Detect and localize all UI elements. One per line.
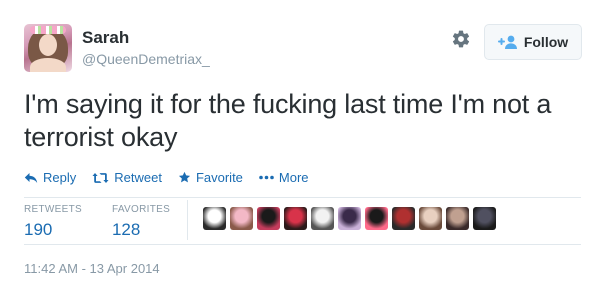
ellipsis-icon bbox=[259, 175, 274, 180]
favoriter-avatars bbox=[203, 207, 496, 230]
stats-separator bbox=[187, 200, 188, 240]
display-name[interactable]: Sarah bbox=[82, 28, 210, 48]
retweets-count: 190 bbox=[24, 220, 53, 239]
avatar-face bbox=[39, 34, 57, 56]
favorites-label: FAVORITES bbox=[111, 204, 171, 215]
favoriter-avatar[interactable] bbox=[392, 207, 415, 230]
user-info[interactable]: Sarah @QueenDemetriax_ bbox=[82, 28, 210, 68]
retweet-label: Retweet bbox=[114, 170, 162, 185]
retweets-label: RETWEETS bbox=[24, 204, 82, 215]
follow-label: Follow bbox=[523, 34, 569, 50]
favoriter-avatar[interactable] bbox=[419, 207, 442, 230]
star-icon bbox=[178, 171, 191, 183]
retweet-icon bbox=[92, 172, 109, 183]
follow-button[interactable]: Follow bbox=[484, 24, 582, 60]
tweet-timestamp[interactable]: 11:42 AM - 13 Apr 2014 bbox=[24, 261, 160, 276]
favoriter-avatar[interactable] bbox=[446, 207, 469, 230]
user-handle[interactable]: @QueenDemetriax_ bbox=[82, 50, 210, 68]
avatar-flower-crown bbox=[30, 26, 66, 34]
more-action[interactable]: More bbox=[259, 170, 309, 185]
favorite-action[interactable]: Favorite bbox=[178, 170, 243, 185]
favorite-label: Favorite bbox=[195, 170, 243, 185]
favorites-count: 128 bbox=[111, 220, 141, 239]
reply-action[interactable]: Reply bbox=[24, 170, 76, 185]
favorites-stat[interactable]: FAVORITES 128 bbox=[112, 204, 170, 244]
tweet-stats: RETWEETS 190 FAVORITES 128 bbox=[24, 204, 200, 244]
favoriter-avatar[interactable] bbox=[230, 207, 253, 230]
favoriter-avatar[interactable] bbox=[257, 207, 280, 230]
reply-label: Reply bbox=[43, 170, 77, 185]
favoriter-avatar[interactable] bbox=[203, 207, 226, 230]
favoriter-avatar[interactable] bbox=[473, 207, 496, 230]
favoriter-avatar[interactable] bbox=[338, 207, 361, 230]
favoriter-avatar[interactable] bbox=[365, 207, 388, 230]
profile-avatar-icon[interactable] bbox=[24, 24, 72, 72]
stats-top-divider bbox=[24, 197, 581, 198]
follow-user-plus-icon bbox=[497, 35, 517, 49]
reply-arrow-icon bbox=[24, 172, 38, 183]
retweets-stat[interactable]: RETWEETS 190 bbox=[24, 204, 82, 244]
more-label: More bbox=[278, 170, 309, 185]
tweet-header: Sarah @QueenDemetriax_ Follow bbox=[24, 24, 594, 72]
favoriter-avatar[interactable] bbox=[284, 207, 307, 230]
stats-bottom-divider bbox=[24, 244, 581, 245]
avatar-shoulders bbox=[30, 58, 66, 72]
tweet-text: I'm saying it for the fucking last time … bbox=[24, 89, 552, 152]
retweet-action[interactable]: Retweet bbox=[92, 170, 162, 185]
favoriter-avatar[interactable] bbox=[311, 207, 334, 230]
tweet-actions: Reply Retweet Favorite More bbox=[24, 170, 325, 185]
gear-icon[interactable] bbox=[451, 29, 471, 49]
